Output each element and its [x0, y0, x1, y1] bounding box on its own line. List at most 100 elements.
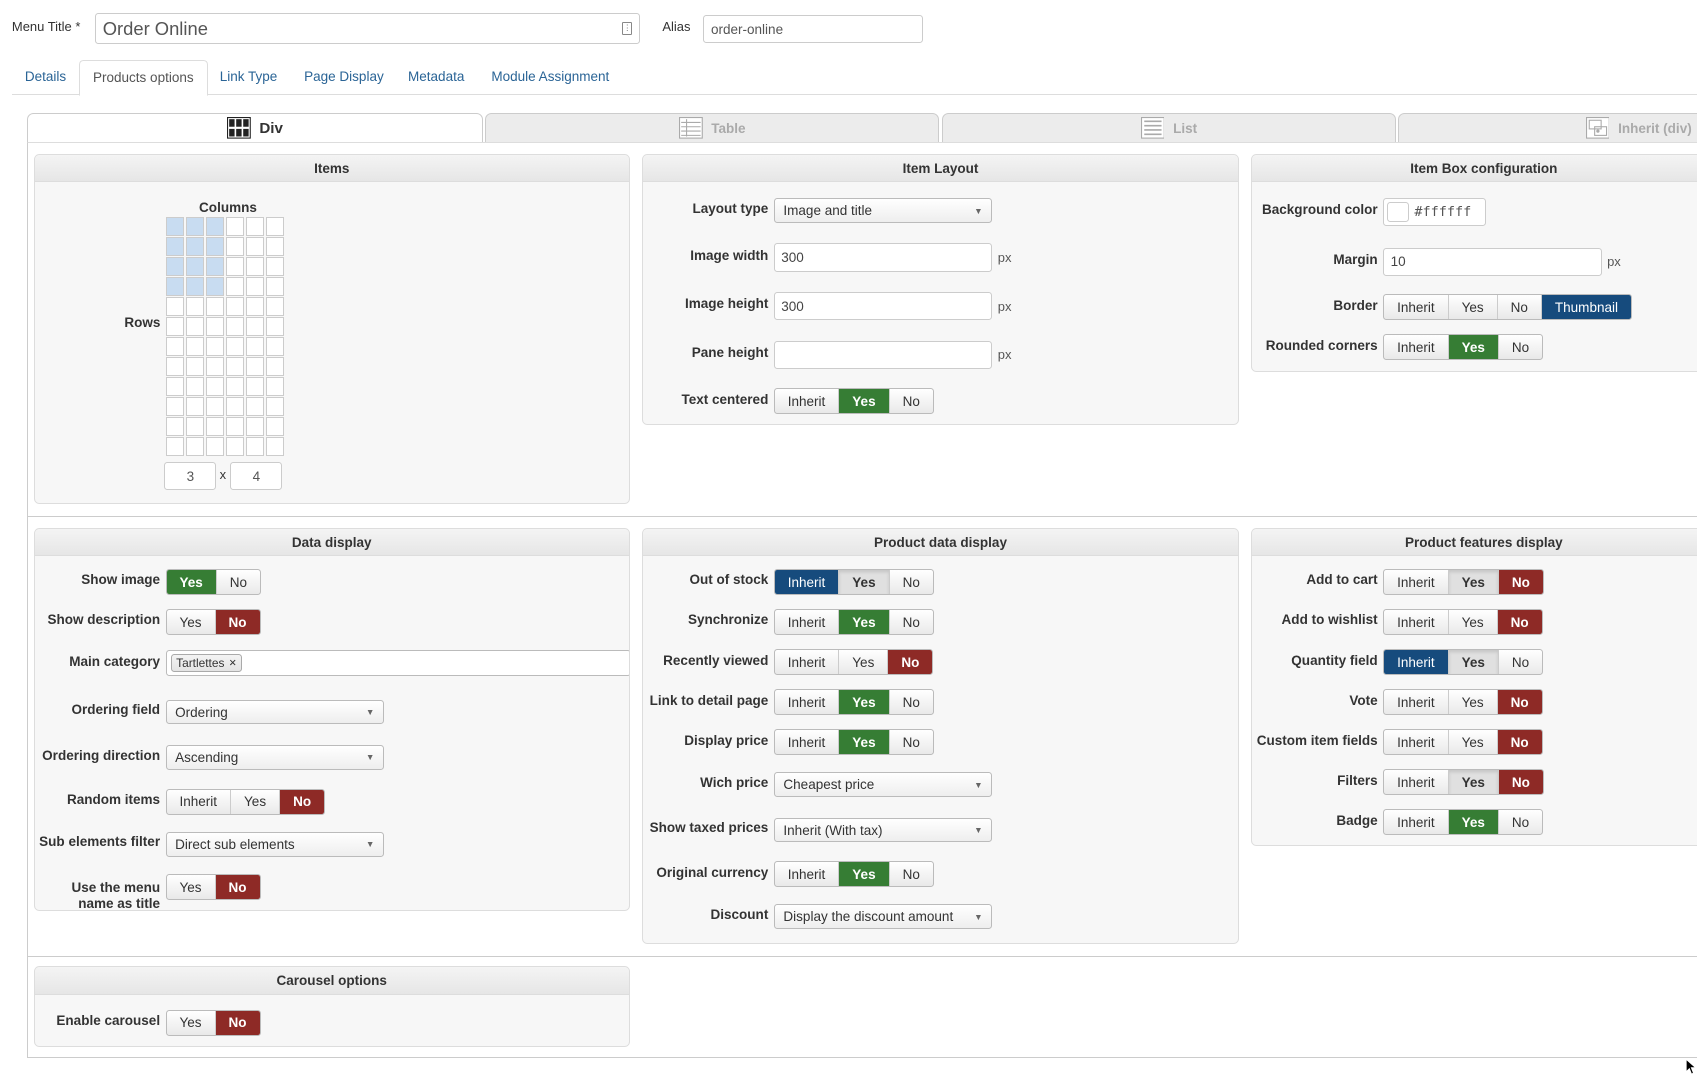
grid-cell[interactable] — [165, 337, 184, 356]
grid-cell[interactable] — [205, 317, 224, 336]
link-to-detail-page-option-no[interactable]: No — [888, 690, 933, 715]
display-price-option-inherit[interactable]: Inherit — [775, 730, 839, 754]
grid-cell[interactable] — [185, 417, 204, 436]
grid-cell[interactable] — [225, 397, 244, 416]
border-option-inherit[interactable]: Inherit — [1384, 295, 1448, 319]
synchronize-option-yes[interactable]: Yes — [838, 610, 889, 635]
grid-cell[interactable] — [245, 437, 264, 456]
grid-cell[interactable] — [225, 257, 244, 276]
original-currency-option-inherit[interactable]: Inherit — [775, 862, 839, 886]
margin-input[interactable]: 10 — [1383, 247, 1602, 276]
grid-cell[interactable] — [245, 237, 264, 256]
layout-tab-div[interactable]: Div — [27, 112, 483, 143]
grid-cell[interactable] — [205, 437, 224, 456]
grid-cell[interactable] — [245, 337, 264, 356]
grid-cell[interactable] — [225, 317, 244, 336]
grid-cell[interactable] — [185, 257, 204, 276]
add-to-cart-option-yes[interactable]: Yes — [1447, 570, 1498, 595]
grid-cell[interactable] — [165, 317, 184, 336]
columns-input[interactable]: 3 — [164, 462, 217, 491]
link-to-detail-page-option-yes[interactable]: Yes — [838, 690, 889, 715]
grid-cell[interactable] — [225, 417, 244, 436]
grid-cell[interactable] — [205, 237, 224, 256]
enable-carousel-option-no[interactable]: No — [214, 1010, 260, 1035]
text-centered-option-yes[interactable]: Yes — [838, 389, 889, 414]
original-currency-option-yes[interactable]: Yes — [838, 862, 889, 887]
synchronize-option-inherit[interactable]: Inherit — [775, 610, 839, 634]
use-the-menu-name-as-title-option-yes[interactable]: Yes — [167, 875, 215, 899]
grid-cell[interactable] — [185, 317, 204, 336]
tab-page-display[interactable]: Page Display — [291, 60, 397, 96]
grid-cell[interactable] — [165, 217, 184, 236]
tab-module-assignment[interactable]: Module Assignment — [478, 60, 622, 96]
layout-tab-inherit[interactable]: Inherit (div) — [1398, 112, 1697, 143]
border-option-thumbnail[interactable]: Thumbnail — [1540, 295, 1631, 320]
grid-cell[interactable] — [245, 217, 264, 236]
grid-cell[interactable] — [185, 397, 204, 416]
grid-cell[interactable] — [165, 257, 184, 276]
field-info-icon[interactable]: ⋮ — [622, 22, 633, 36]
random-items-option-inherit[interactable]: Inherit — [167, 790, 231, 814]
rounded-corners-option-inherit[interactable]: Inherit — [1384, 335, 1448, 359]
background-color-color-input[interactable]: #ffffff — [1383, 197, 1486, 227]
grid-cell[interactable] — [265, 237, 284, 256]
filters-option-no[interactable]: No — [1497, 770, 1543, 795]
text-centered-option-inherit[interactable]: Inherit — [775, 389, 839, 413]
rounded-corners-option-no[interactable]: No — [1497, 335, 1542, 360]
enable-carousel-option-yes[interactable]: Yes — [167, 1011, 215, 1035]
recently-viewed-option-yes[interactable]: Yes — [838, 650, 887, 675]
grid-cell[interactable] — [185, 277, 204, 296]
random-items-option-yes[interactable]: Yes — [230, 789, 279, 814]
grid-cell[interactable] — [245, 297, 264, 316]
add-to-wishlist-option-inherit[interactable]: Inherit — [1384, 610, 1448, 634]
grid-cell[interactable] — [265, 217, 284, 236]
grid-cell[interactable] — [165, 417, 184, 436]
pane-height-input[interactable] — [773, 340, 993, 369]
layout-type-select[interactable]: Image and title ▼ — [773, 198, 993, 224]
grid-cell[interactable] — [185, 437, 204, 456]
menu-title-input[interactable]: Order Online ⋮ — [95, 12, 640, 45]
grid-cell[interactable] — [225, 437, 244, 456]
show-taxed-prices-select[interactable]: Inherit (With tax) ▼ — [773, 817, 993, 843]
remove-tag-icon[interactable]: ✕ — [229, 658, 237, 669]
items-grid-selector[interactable] — [165, 217, 284, 456]
grid-cell[interactable] — [165, 437, 184, 456]
vote-option-yes[interactable]: Yes — [1447, 690, 1497, 715]
layout-tab-table[interactable]: Table — [484, 112, 940, 143]
show-description-option-yes[interactable]: Yes — [167, 610, 215, 634]
grid-cell[interactable] — [165, 237, 184, 256]
grid-cell[interactable] — [265, 437, 284, 456]
quantity-field-option-no[interactable]: No — [1497, 650, 1542, 675]
add-to-cart-option-inherit[interactable]: Inherit — [1384, 570, 1448, 594]
show-description-option-no[interactable]: No — [214, 610, 260, 635]
show-image-option-yes[interactable]: Yes — [166, 570, 216, 595]
custom-item-fields-option-no[interactable]: No — [1496, 730, 1542, 755]
grid-cell[interactable] — [265, 317, 284, 336]
tab-products-options[interactable]: Products options — [78, 59, 208, 97]
custom-item-fields-option-inherit[interactable]: Inherit — [1384, 730, 1448, 754]
grid-cell[interactable] — [165, 297, 184, 316]
synchronize-option-no[interactable]: No — [888, 610, 933, 635]
grid-cell[interactable] — [265, 297, 284, 316]
discount-select[interactable]: Display the discount amount ▼ — [773, 904, 993, 930]
grid-cell[interactable] — [225, 217, 244, 236]
border-option-yes[interactable]: Yes — [1447, 295, 1497, 320]
use-the-menu-name-as-title-option-no[interactable]: No — [214, 875, 260, 900]
grid-cell[interactable] — [225, 237, 244, 256]
badge-option-yes[interactable]: Yes — [1447, 810, 1498, 835]
grid-cell[interactable] — [245, 277, 264, 296]
quantity-field-option-inherit[interactable]: Inherit — [1384, 650, 1448, 675]
filters-option-yes[interactable]: Yes — [1447, 770, 1498, 795]
grid-cell[interactable] — [245, 357, 264, 376]
main-category-tags-input[interactable]: Tartlettes ✕ — [165, 650, 629, 677]
image-width-input[interactable]: 300 — [773, 243, 993, 272]
grid-cell[interactable] — [205, 277, 224, 296]
out-of-stock-option-yes[interactable]: Yes — [838, 570, 889, 595]
grid-cell[interactable] — [265, 417, 284, 436]
rounded-corners-option-yes[interactable]: Yes — [1447, 335, 1498, 360]
grid-cell[interactable] — [265, 257, 284, 276]
grid-cell[interactable] — [165, 277, 184, 296]
display-price-option-yes[interactable]: Yes — [838, 730, 889, 755]
tab-metadata[interactable]: Metadata — [395, 60, 477, 96]
show-image-option-no[interactable]: No — [215, 570, 260, 595]
